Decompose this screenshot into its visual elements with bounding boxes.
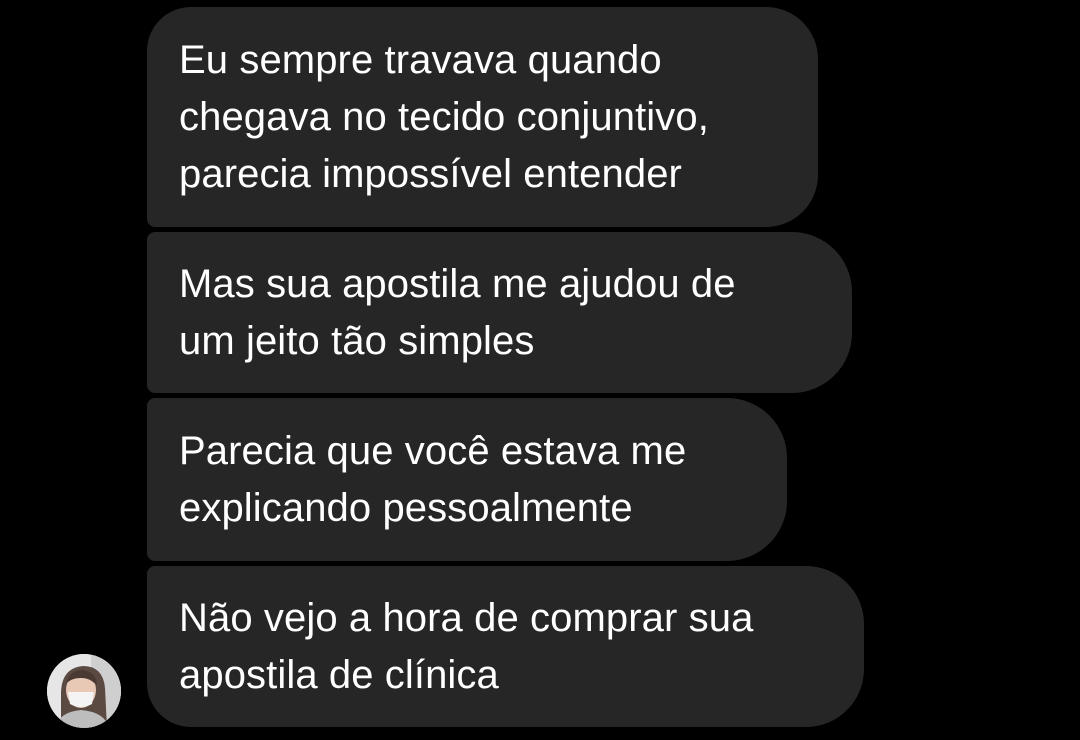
sender-avatar[interactable] <box>47 654 121 728</box>
message-text: Mas sua apostila me ajudou de um jeito t… <box>179 261 736 363</box>
message-bubble[interactable]: Mas sua apostila me ajudou de um jeito t… <box>147 232 852 393</box>
user-photo-avatar-icon <box>47 654 121 728</box>
message-thread: Eu sempre travava quando chegava no teci… <box>0 0 1080 740</box>
message-text: Parecia que você estava me explicando pe… <box>179 428 687 530</box>
message-bubble[interactable]: Eu sempre travava quando chegava no teci… <box>147 7 818 227</box>
message-text: Eu sempre travava quando chegava no teci… <box>179 37 709 196</box>
message-text: Não vejo a hora de comprar sua apostila … <box>179 595 754 697</box>
message-bubble[interactable]: Não vejo a hora de comprar sua apostila … <box>147 566 864 727</box>
message-bubble[interactable]: Parecia que você estava me explicando pe… <box>147 398 787 561</box>
